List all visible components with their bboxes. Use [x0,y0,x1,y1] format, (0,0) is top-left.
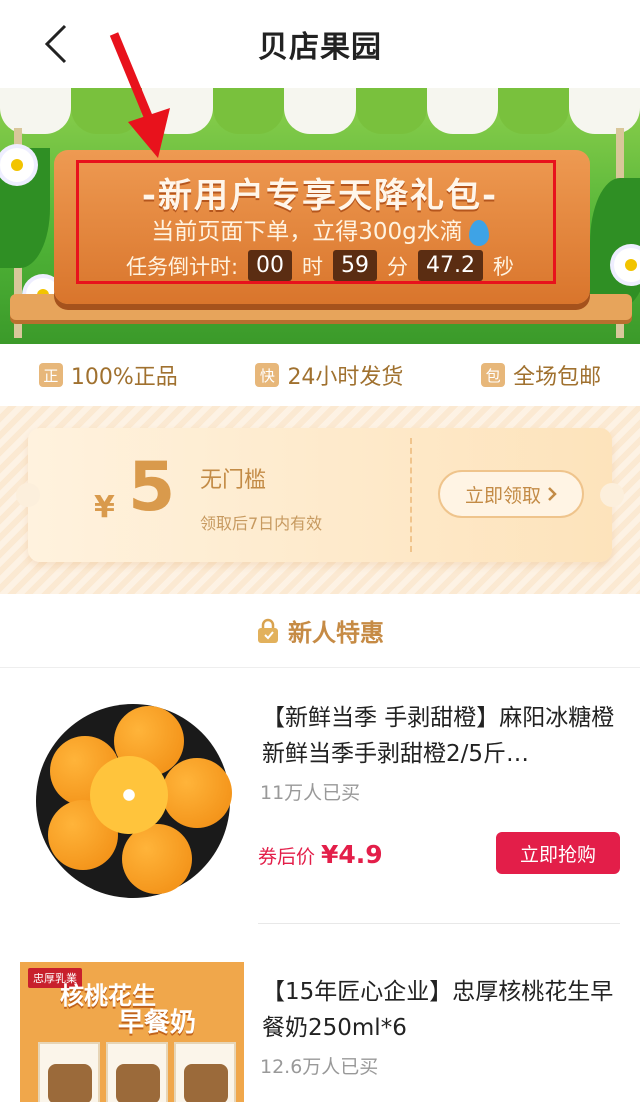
promise-text: 24小时发货 [287,365,404,390]
back-button[interactable] [34,22,78,66]
buy-now-button[interactable]: 立即抢购 [496,832,620,874]
section-title: 新人特惠 [288,619,384,647]
milk-box-decoration [106,1042,168,1102]
fast-badge-icon: 快 [255,363,280,387]
orange-decoration [162,758,232,828]
product-title[interactable]: 【新鲜当季 手剥甜橙】麻阳冰糖橙新鲜当季手剥甜橙2/5斤… [262,700,622,772]
page-title: 贝店果园 [258,30,382,65]
product-card[interactable]: 忠厚乳業 核桃花生 早餐奶 【15年匠心企业】忠厚核桃花生早餐奶250ml*6 … [0,924,640,1102]
price-row: 券后价 ¥4.9 [258,840,383,869]
promise-free-shipping: 包 全场包邮 [481,359,601,391]
price-label: 券后价 [258,846,316,868]
service-promises: 正 100%正品 快 24小时发货 包 全场包邮 [0,344,640,406]
coupon-validity: 领取后7日内有效 [200,514,323,533]
promise-shipping: 快 24小时发货 [255,359,403,391]
promise-text: 100%正品 [70,365,178,390]
product-image[interactable]: 忠厚乳業 核桃花生 早餐奶 [20,962,244,1102]
sold-count: 11万人已买 [260,782,361,804]
coupon-area: ¥ 5 无门槛 领取后7日内有效 立即领取 [0,406,640,594]
product-title[interactable]: 【15年匠心企业】忠厚核桃花生早餐奶250ml*6 [262,974,622,1046]
product-card[interactable]: 【新鲜当季 手剥甜橙】麻阳冰糖橙新鲜当季手剥甜橙2/5斤… 11万人已买 券后价… [0,668,640,924]
coupon-name: 无门槛 [200,468,267,493]
promise-text: 全场包邮 [513,365,602,390]
free-shipping-badge-icon: 包 [481,363,506,387]
milk-box-decoration [174,1042,236,1102]
authentic-badge-icon: 正 [38,363,63,387]
coupon-notch [16,483,40,507]
coupon-card[interactable]: ¥ 5 无门槛 领取后7日内有效 立即领取 [16,428,624,562]
chevron-left-icon [44,24,67,64]
coupon-divider [410,438,412,552]
red-arrow-icon [109,32,170,158]
coupon-notch [600,483,624,507]
price-value: ¥4.9 [321,840,383,869]
awning-decoration [0,88,640,134]
promise-authentic: 正 100%正品 [38,359,178,391]
product-image[interactable] [22,688,244,910]
claim-coupon-button[interactable]: 立即领取 [438,470,584,518]
highlight-box [76,160,556,284]
chevron-right-icon [548,487,557,501]
milk-box-decoration [38,1042,100,1102]
nav-bar: 贝店果园 [0,0,640,88]
orange-half-decoration [90,756,168,834]
coupon-amount: 5 [128,448,176,527]
orange-decoration [122,824,192,894]
image-caption: 早餐奶 [118,1008,197,1038]
section-header: 新人特惠 [0,594,640,668]
coupon-currency: ¥ [94,490,115,525]
lock-bag-icon [258,618,278,643]
sold-count: 12.6万人已买 [260,1056,379,1078]
